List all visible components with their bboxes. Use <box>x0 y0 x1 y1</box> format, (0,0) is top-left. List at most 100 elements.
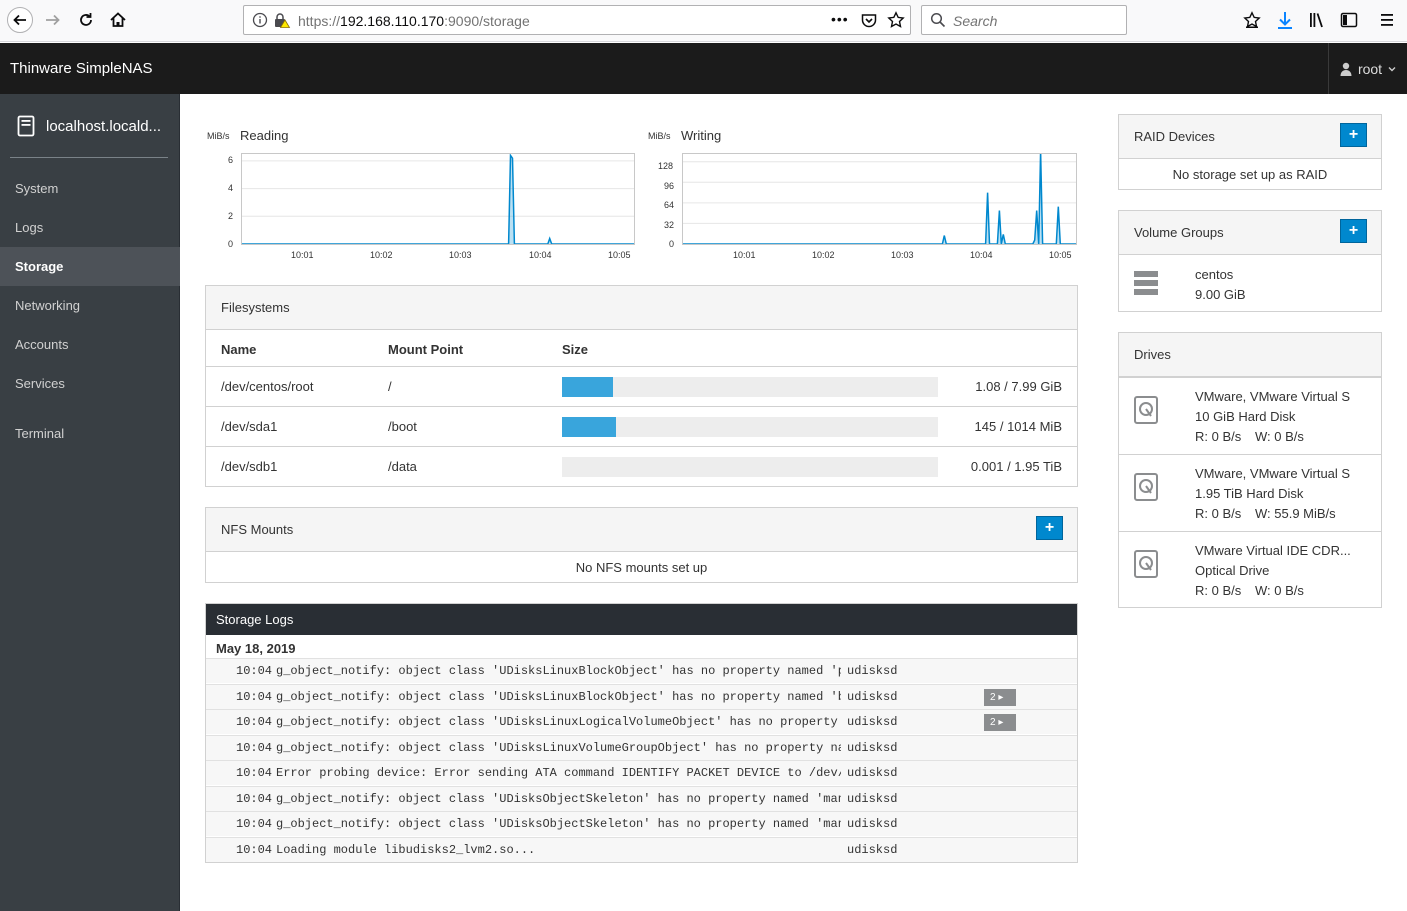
log-time: 10:04 <box>236 664 273 678</box>
bookmark-star-icon[interactable] <box>887 11 905 29</box>
bookmarks-star-menu-icon[interactable] <box>1243 11 1261 29</box>
log-entry[interactable]: 10:04 Loading module libudisks2_lvm2.so..… <box>206 836 1077 862</box>
user-name: root <box>1357 60 1383 77</box>
log-entry[interactable]: 10:04 g_object_notify: object class 'UDis… <box>206 709 1077 734</box>
add-volume-group-button[interactable]: + <box>1340 219 1367 243</box>
search-bar[interactable]: Search <box>921 5 1127 35</box>
page-actions-button[interactable]: ••• <box>831 11 849 27</box>
log-source: udisksd <box>847 791 898 806</box>
sidebar-item-terminal[interactable]: Terminal <box>0 414 180 453</box>
forward-button[interactable] <box>39 6 67 34</box>
user-icon <box>1340 62 1352 76</box>
fs-name: /dev/sda1 <box>221 419 278 434</box>
drive-write-rate: W: 0 B/s <box>1255 429 1304 444</box>
log-entry[interactable]: 10:04 g_object_notify: object class 'UDis… <box>206 734 1077 760</box>
brand-title: Thinware SimpleNAS <box>10 60 153 77</box>
sidebar-item-system[interactable]: System <box>0 169 180 208</box>
log-message: Loading module libudisks2_lvm2.so... <box>276 842 536 857</box>
log-message: g_object_notify: object class 'UDisksObj… <box>276 791 841 806</box>
panel-heading: NFS Mounts + <box>206 508 1077 552</box>
x-tick-label: 10:04 <box>970 250 993 260</box>
drive-description: 1.95 TiB Hard Disk <box>1195 486 1304 501</box>
reload-icon <box>80 13 92 26</box>
drive-write-rate: W: 55.9 MiB/s <box>1255 506 1336 521</box>
fs-size: 0.001 / 1.95 TiB <box>970 459 1062 474</box>
forward-arrow-icon <box>46 14 60 26</box>
reload-button[interactable] <box>72 6 100 34</box>
log-time: 10:04 <box>236 817 273 831</box>
y-tick-label: 128 <box>658 161 674 171</box>
y-tick-label: 6 <box>228 155 234 165</box>
library-icon[interactable] <box>1308 11 1326 29</box>
panel-title: Drives <box>1134 347 1171 362</box>
sidebar-item-accounts[interactable]: Accounts <box>0 325 180 364</box>
sidebar-toggle-icon[interactable] <box>1340 11 1358 29</box>
drive-name: VMware, VMware Virtual S <box>1195 389 1351 404</box>
column-header-mount: Mount Point <box>388 342 464 357</box>
list-item[interactable]: centos 9.00 GiB <box>1119 255 1381 311</box>
fs-name: /dev/sdb1 <box>221 459 278 474</box>
drive-read-rate: R: 0 B/s <box>1195 583 1242 598</box>
pocket-icon[interactable] <box>860 12 878 30</box>
home-button[interactable] <box>104 6 132 34</box>
hard-disk-icon <box>1134 396 1158 424</box>
x-tick-label: 10:01 <box>733 250 756 260</box>
log-time: 10:04 <box>236 842 273 857</box>
log-entry[interactable]: 10:04 g_object_notify: object class 'UDis… <box>206 683 1077 709</box>
drive-item[interactable]: VMware, VMware Virtual S 1.95 TiB Hard D… <box>1119 454 1381 531</box>
panel-title: Filesystems <box>221 300 290 315</box>
chart-title: Reading <box>240 128 289 143</box>
drive-item[interactable]: VMware Virtual IDE CDR... Optical Drive … <box>1119 531 1381 608</box>
table-row[interactable]: /dev/centos/root / 1.08 / 7.99 GiB <box>206 366 1077 406</box>
column-header-size: Size <box>562 342 589 357</box>
log-entry[interactable]: 10:04 g_object_notify: object class 'UDis… <box>206 811 1077 836</box>
address-bar[interactable]: https://192.168.110.170:9090/storage ••• <box>243 5 911 35</box>
hamburger-menu-icon[interactable] <box>1379 11 1395 29</box>
add-nfs-button[interactable]: + <box>1036 516 1063 540</box>
fs-size: 1.08 / 7.99 GiB <box>975 379 1062 394</box>
log-source: udisksd <box>847 689 898 704</box>
y-tick-label: 0 <box>228 239 234 249</box>
table-row[interactable]: /dev/sdb1 /data 0.001 / 1.95 TiB <box>206 446 1077 486</box>
series-area <box>683 150 1076 244</box>
log-source: udisksd <box>847 740 898 755</box>
drive-write-rate: W: 0 B/s <box>1255 583 1304 598</box>
url-scheme: https:// <box>298 13 341 29</box>
log-time: 10:04 <box>236 740 273 755</box>
app-header: Thinware SimpleNAS root <box>0 43 1407 94</box>
volume-group-icon <box>1134 271 1158 295</box>
sidebar-item-storage[interactable]: Storage <box>0 247 180 286</box>
panel-heading: Filesystems <box>206 286 1077 330</box>
usage-bar-fill <box>562 417 616 437</box>
sidebar-item-networking[interactable]: Networking <box>0 286 180 325</box>
downloads-icon[interactable] <box>1276 10 1294 30</box>
chart-unit: MiB/s <box>207 131 230 141</box>
log-entry[interactable]: 10:04 Error probing device: Error sending… <box>206 760 1077 785</box>
drive-description: Optical Drive <box>1195 563 1270 578</box>
fs-mount: /boot <box>388 419 417 434</box>
host-switcher[interactable]: localhost.locald... <box>0 94 180 158</box>
log-time: 10:04 <box>236 766 273 780</box>
fs-size: 145 / 1014 MiB <box>974 419 1062 434</box>
log-count-badge[interactable]: 2 ▸ <box>984 714 1016 731</box>
usage-bar <box>562 417 938 437</box>
info-icon <box>252 12 268 28</box>
add-raid-button[interactable]: + <box>1340 123 1367 147</box>
log-source: udisksd <box>847 664 898 678</box>
x-tick-label: 10:03 <box>449 250 472 260</box>
log-time: 10:04 <box>236 791 273 806</box>
sidebar-item-logs[interactable]: Logs <box>0 208 180 247</box>
series-area <box>242 155 634 244</box>
log-count-badge[interactable]: 2 ▸ <box>984 688 1016 706</box>
table-row[interactable]: /dev/sda1 /boot 145 / 1014 MiB <box>206 406 1077 446</box>
user-menu[interactable]: root <box>1328 43 1407 94</box>
log-entry[interactable]: 10:04 g_object_notify: object class 'UDis… <box>206 785 1077 811</box>
url-path: :9090/storage <box>444 13 530 29</box>
y-tick-label: 32 <box>664 220 675 230</box>
back-button[interactable] <box>6 6 34 34</box>
search-icon <box>930 12 946 28</box>
sidebar-item-services[interactable]: Services <box>0 364 180 403</box>
drive-item[interactable]: VMware, VMware Virtual S 10 GiB Hard Dis… <box>1119 377 1381 454</box>
log-entry[interactable]: 10:04 g_object_notify: object class 'UDis… <box>206 658 1077 683</box>
storage-logs-panel: Storage Logs May 18, 2019 10:04 g_object_… <box>205 603 1078 863</box>
